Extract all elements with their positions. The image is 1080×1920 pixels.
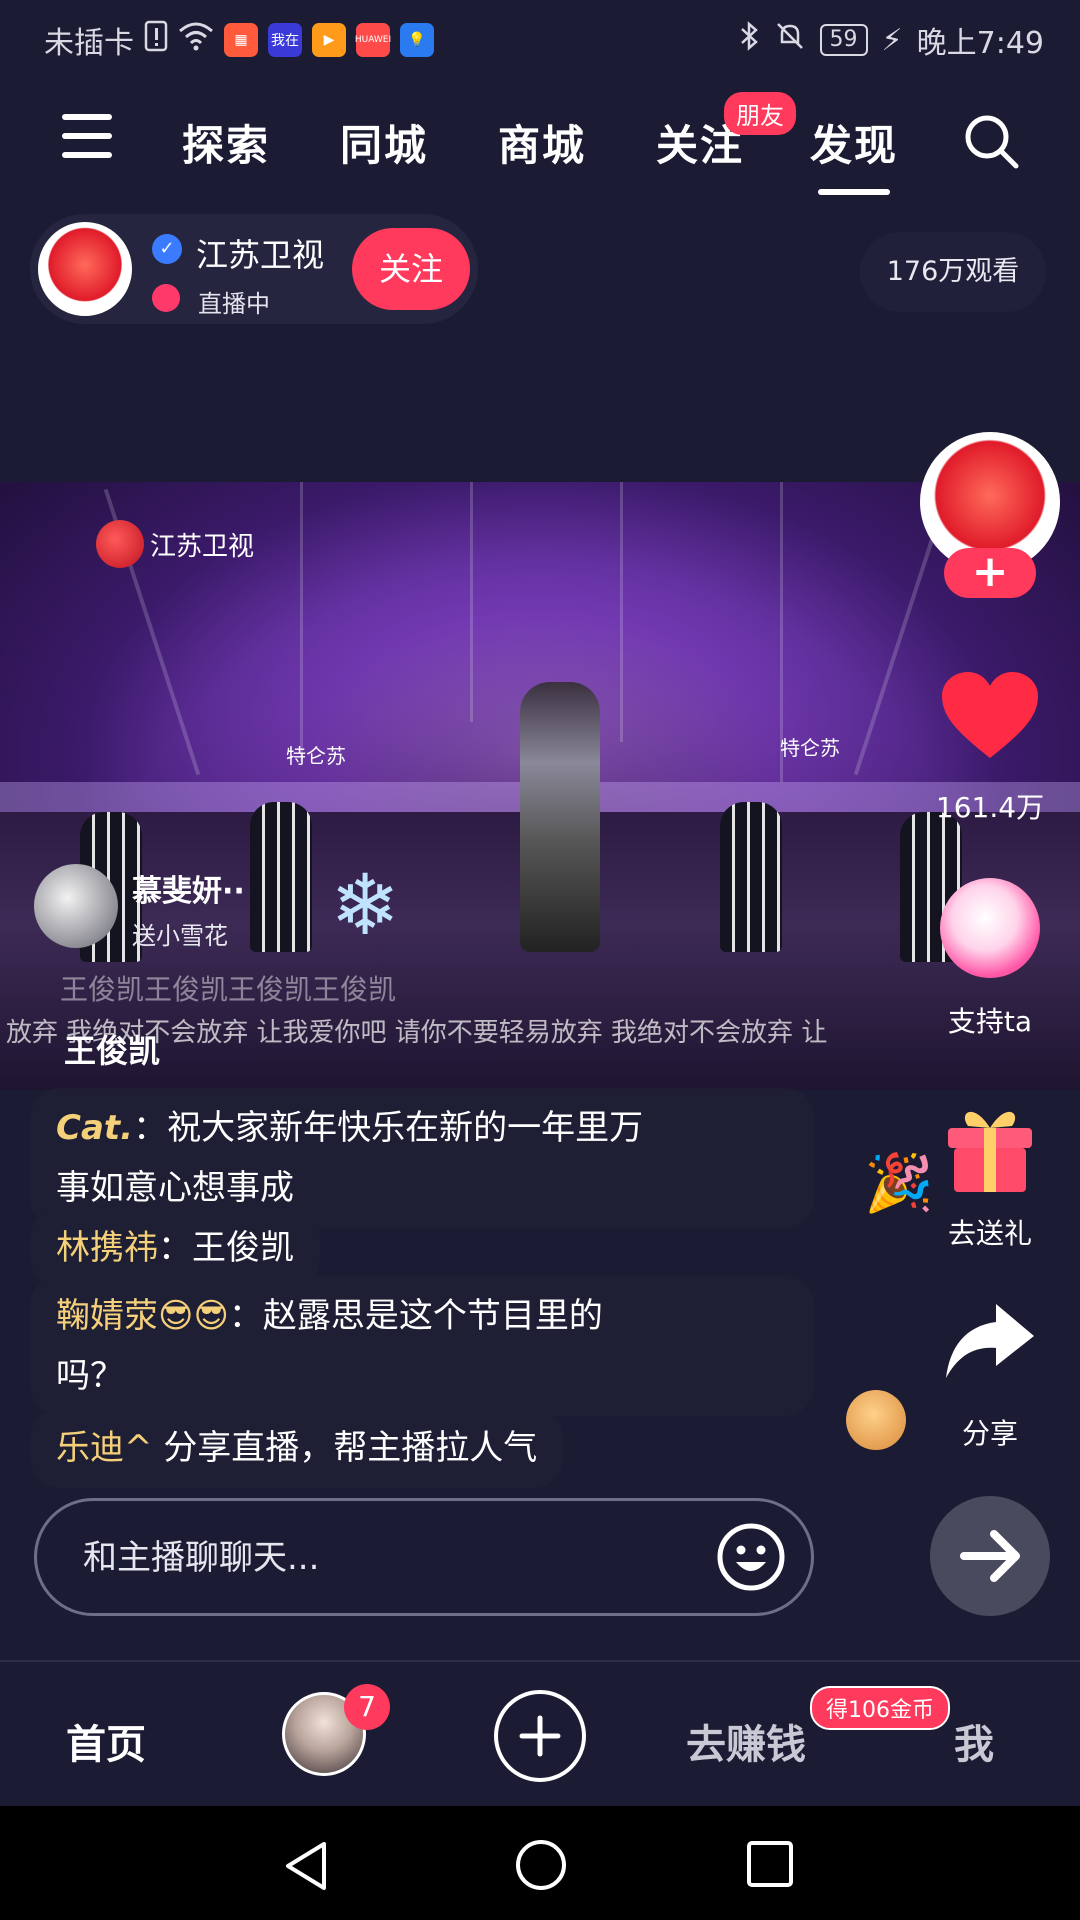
chat-username: 林携祎	[56, 1228, 158, 1268]
follow-button[interactable]: 关注	[352, 228, 470, 310]
chat-message: 乐迪^ 分享直播，帮主播拉人气	[30, 1408, 564, 1488]
streamer-name[interactable]: 江苏卫视	[196, 230, 324, 276]
chat-text: 祝大家新年快乐在新的一年里万	[167, 1108, 644, 1148]
notification-badge: 7	[344, 1684, 390, 1730]
tab-discover[interactable]: 发现	[810, 112, 898, 195]
support-heart-icon[interactable]	[940, 878, 1040, 978]
tab-explore[interactable]: 探索	[182, 112, 270, 173]
stage-sponsor-tag: 特仑苏	[780, 736, 840, 760]
status-left: 未插卡 ▦ 我在 ▶ HUAWEI 💡	[44, 18, 434, 62]
live-indicator-icon	[152, 284, 180, 312]
app-icon-2: 我在	[268, 23, 302, 57]
viewer-count[interactable]: 176万观看	[860, 232, 1046, 312]
carrier-text: 未插卡	[44, 26, 134, 61]
sim-alert-icon	[144, 20, 168, 60]
heart-icon[interactable]	[940, 670, 1040, 762]
chat-text: 王俊凯	[192, 1228, 294, 1268]
chat-text: 分享直播，帮主播拉人气	[163, 1428, 538, 1468]
chat-message: Cat.：祝大家新年快乐在新的一年里万 事如意心想事成	[30, 1088, 814, 1228]
bluetooth-icon	[738, 20, 760, 60]
station-logo-icon	[96, 520, 144, 568]
streamer-avatar[interactable]	[38, 222, 132, 316]
tab-mall[interactable]: 商城	[498, 112, 586, 173]
station-logo: 江苏卫视	[96, 520, 254, 568]
app-icon-4: HUAWEI	[355, 23, 391, 57]
gift-sender-avatar	[34, 864, 118, 948]
back-icon[interactable]	[282, 1840, 330, 1892]
bottom-nav: 首页 7 去赚钱 得106金币 我	[0, 1660, 1080, 1806]
app-icon-3: ▶	[312, 23, 346, 57]
emoji-icon[interactable]	[716, 1522, 786, 1592]
chat-text: 事如意心想事成	[56, 1168, 294, 1208]
mute-bell-icon	[774, 20, 806, 60]
chat-username: Cat.	[56, 1108, 134, 1148]
battery-indicator: 59	[819, 24, 868, 56]
chat-input[interactable]	[83, 1525, 683, 1591]
nav-me[interactable]: 我	[954, 1712, 994, 1770]
clock-text: 晚上7:49	[916, 26, 1044, 61]
status-bar: 未插卡 ▦ 我在 ▶ HUAWEI 💡 59 ⚡ 晚上7:49	[0, 0, 1080, 78]
floating-emoji-icon	[846, 1390, 906, 1450]
tab-local[interactable]: 同城	[340, 112, 428, 173]
system-nav-bar	[0, 1806, 1080, 1920]
plus-icon	[519, 1715, 561, 1757]
support-label[interactable]: 支持ta	[920, 1000, 1060, 1040]
gift-sender-name: 慕斐妍··	[132, 874, 245, 909]
app-icon-1: ▦	[224, 23, 258, 57]
singer-caption: 王俊凯	[64, 1032, 161, 1070]
verified-icon: ✓	[152, 234, 182, 264]
chat-username: 鞠婧荥😎😎	[56, 1296, 229, 1336]
top-nav: 探索 同城 商城 关注 朋友 发现	[0, 92, 1080, 195]
nav-earn[interactable]: 去赚钱	[686, 1712, 806, 1770]
chat-input-box[interactable]	[34, 1498, 814, 1616]
chat-text: 赵露思是这个节目里的	[262, 1296, 603, 1336]
stage-sponsor-tag: 特仑苏	[286, 744, 346, 768]
video-lyrics: 王俊凯王俊凯王俊凯王俊凯	[60, 973, 397, 1006]
share-label[interactable]: 分享	[920, 1412, 1060, 1452]
gift-label[interactable]: 去送礼	[920, 1212, 1060, 1252]
search-icon[interactable]	[962, 112, 1020, 170]
gift-description: 送小雪花	[132, 922, 228, 950]
menu-icon[interactable]	[62, 114, 112, 158]
friend-badge: 朋友	[724, 92, 796, 135]
charging-icon: ⚡	[881, 22, 903, 58]
chat-username: 乐迪^	[56, 1428, 153, 1468]
send-button[interactable]	[930, 1496, 1050, 1616]
recents-icon[interactable]	[746, 1840, 794, 1888]
earn-coin-badge: 得106金币	[810, 1686, 950, 1730]
app-icon-5: 💡	[400, 23, 434, 57]
rail-follow-button[interactable]: +	[944, 548, 1036, 598]
chat-text: 吗？	[56, 1356, 124, 1396]
floating-gift-icon: 🎉	[864, 1151, 934, 1216]
live-status: 直播中	[198, 290, 270, 318]
nav-home[interactable]: 首页	[66, 1712, 146, 1770]
wifi-icon	[178, 21, 214, 59]
home-icon[interactable]	[514, 1838, 568, 1892]
arrow-right-icon	[960, 1530, 1020, 1582]
gift-icon[interactable]	[944, 1098, 1036, 1194]
chat-message: 鞠婧荥😎😎：赵露思是这个节目里的 吗？	[30, 1276, 814, 1416]
snowflake-icon: ❄	[330, 856, 401, 954]
like-count: 161.4万	[935, 791, 1045, 824]
create-button[interactable]	[494, 1690, 586, 1782]
share-icon[interactable]	[944, 1300, 1036, 1380]
performer	[520, 682, 600, 952]
status-right: 59 ⚡ 晚上7:49	[738, 18, 1044, 62]
